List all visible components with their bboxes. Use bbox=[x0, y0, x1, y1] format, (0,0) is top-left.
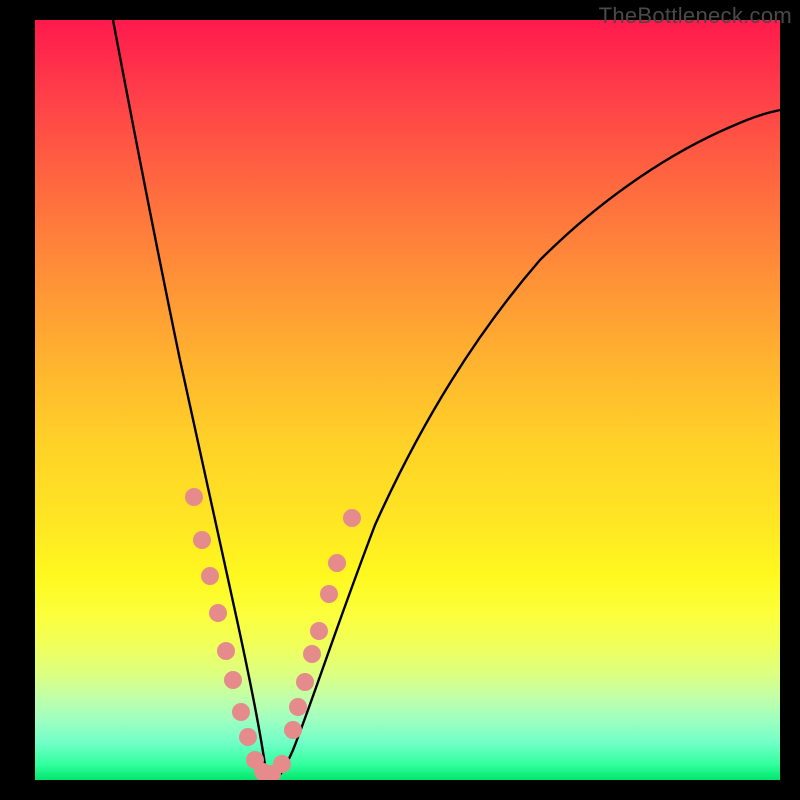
marker-dot bbox=[232, 703, 250, 721]
marker-dot bbox=[217, 642, 235, 660]
chart-stage: TheBottleneck.com bbox=[0, 0, 800, 800]
marker-dot bbox=[289, 698, 307, 716]
marker-dot bbox=[193, 531, 211, 549]
marker-dot bbox=[201, 567, 219, 585]
plot-area bbox=[35, 20, 780, 780]
marker-dot bbox=[239, 728, 257, 746]
marker-dot bbox=[343, 509, 361, 527]
marker-dot bbox=[224, 671, 242, 689]
marker-dot bbox=[273, 755, 291, 773]
curve-left-branch bbox=[113, 20, 271, 780]
watermark-text: TheBottleneck.com bbox=[599, 3, 792, 29]
marker-dot bbox=[328, 554, 346, 572]
marker-dot bbox=[303, 645, 321, 663]
curve-right-branch bbox=[275, 110, 780, 780]
marker-dot bbox=[284, 721, 302, 739]
marker-dot bbox=[320, 585, 338, 603]
marker-dot bbox=[185, 488, 203, 506]
marker-dot bbox=[296, 673, 314, 691]
marker-dot bbox=[310, 622, 328, 640]
curve-layer bbox=[35, 20, 780, 780]
marker-dot bbox=[209, 604, 227, 622]
